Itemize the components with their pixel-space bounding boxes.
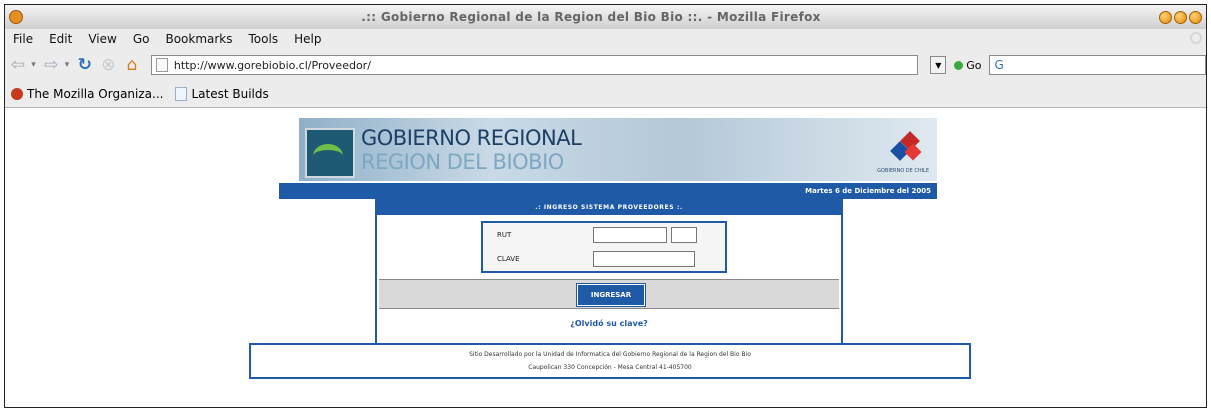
reload-button[interactable]: ↻ xyxy=(74,54,96,76)
window-menu-icon[interactable] xyxy=(9,10,23,24)
url-history-dropdown[interactable]: ▼ xyxy=(930,56,947,74)
back-history-dropdown[interactable]: ▾ xyxy=(29,54,39,76)
home-button[interactable]: ⌂ xyxy=(121,54,143,76)
go-icon xyxy=(954,60,964,70)
region-logo xyxy=(305,128,355,178)
minimize-button[interactable] xyxy=(1159,10,1172,24)
login-panel: .: INGRESO SISTEMA PROVEEDORES :. RUT CL… xyxy=(375,199,843,347)
go-button[interactable]: Go xyxy=(954,59,981,72)
rut-input[interactable] xyxy=(593,227,667,243)
bookmark-label: The Mozilla Organiza... xyxy=(27,87,164,101)
date-bar: Martes 6 de Diciembre del 2005 xyxy=(279,183,937,199)
bookmark-mozilla[interactable]: The Mozilla Organiza... xyxy=(11,87,163,101)
rut-label: RUT xyxy=(497,231,512,239)
menu-bar: File Edit View Go Bookmarks Tools Help xyxy=(5,29,1206,49)
navigation-toolbar: ⇦ ▾ ⇨ ▾ ↻ ⊗ ⌂ http://www.gorebiobio.cl/P… xyxy=(5,49,1206,81)
forgot-password-link[interactable]: ¿Olvidó su clave? xyxy=(377,319,841,328)
menu-bookmarks[interactable]: Bookmarks xyxy=(157,32,240,46)
menu-go[interactable]: Go xyxy=(125,32,158,46)
forward-button[interactable]: ⇨ xyxy=(40,54,62,76)
footer-address: Caupolican 330 Concepción - Mesa Central… xyxy=(528,364,692,371)
reload-icon: ↻ xyxy=(77,55,92,75)
title-bar: .:: Gobierno Regional de la Region del B… xyxy=(5,5,1206,30)
home-icon: ⌂ xyxy=(126,55,138,75)
login-header: .: INGRESO SISTEMA PROVEEDORES :. xyxy=(377,201,841,215)
clave-label: CLAVE xyxy=(497,255,520,263)
bookmark-page-icon xyxy=(175,87,188,101)
site-footer: Sitio Desarrollado por la Unidad de Info… xyxy=(249,343,971,379)
stop-button[interactable]: ⊗ xyxy=(98,54,120,76)
throbber-icon xyxy=(1190,32,1202,44)
current-date: Martes 6 de Diciembre del 2005 xyxy=(805,187,931,195)
close-button[interactable] xyxy=(1189,10,1202,24)
back-arrow-icon: ⇦ xyxy=(10,55,25,75)
menu-tools[interactable]: Tools xyxy=(241,32,287,46)
maximize-button[interactable] xyxy=(1174,10,1187,24)
bookmark-label: Latest Builds xyxy=(191,87,269,101)
browser-window: .:: Gobierno Regional de la Region del B… xyxy=(4,4,1207,408)
window-title: .:: Gobierno Regional de la Region del B… xyxy=(361,10,821,24)
mozilla-icon xyxy=(11,88,23,100)
menu-file[interactable]: File xyxy=(5,32,41,46)
menu-view[interactable]: View xyxy=(80,32,124,46)
menu-help[interactable]: Help xyxy=(286,32,329,46)
footer-credit: Sitio Desarrollado por la Unidad de Info… xyxy=(469,351,751,358)
forward-arrow-icon: ⇨ xyxy=(44,55,59,75)
river-icon xyxy=(313,144,343,168)
bookmark-latest-builds[interactable]: Latest Builds xyxy=(175,87,269,101)
banner-subtitle: REGION DEL BIOBIO xyxy=(361,150,564,174)
chile-emblem-icon xyxy=(890,131,923,164)
header-banner: GOBIERNO REGIONAL REGION DEL BIOBIO GOBI… xyxy=(299,118,937,181)
banner-title: GOBIERNO REGIONAL xyxy=(361,126,582,150)
login-form: RUT CLAVE xyxy=(481,221,727,273)
stop-icon: ⊗ xyxy=(101,55,116,75)
page-content: GOBIERNO REGIONAL REGION DEL BIOBIO GOBI… xyxy=(5,108,1206,407)
menu-edit[interactable]: Edit xyxy=(41,32,80,46)
url-bar[interactable]: http://www.gorebiobio.cl/Proveedor/ xyxy=(150,55,919,75)
login-submit-button[interactable]: INGRESAR xyxy=(576,283,646,307)
bookmarks-toolbar: The Mozilla Organiza... Latest Builds xyxy=(5,81,1206,108)
search-input[interactable]: G xyxy=(989,55,1206,75)
url-text: http://www.gorebiobio.cl/Proveedor/ xyxy=(173,58,371,72)
forward-history-dropdown[interactable]: ▾ xyxy=(62,54,72,76)
submit-row: INGRESAR xyxy=(379,279,839,309)
go-label: Go xyxy=(966,58,982,72)
search-engine-icon[interactable]: G xyxy=(994,58,1003,72)
password-input[interactable] xyxy=(593,251,695,267)
emblem-caption: GOBIERNO DE CHILE xyxy=(877,168,929,174)
rut-dv-input[interactable] xyxy=(671,227,697,243)
page-icon xyxy=(155,58,168,72)
back-button[interactable]: ⇦ xyxy=(7,54,29,76)
